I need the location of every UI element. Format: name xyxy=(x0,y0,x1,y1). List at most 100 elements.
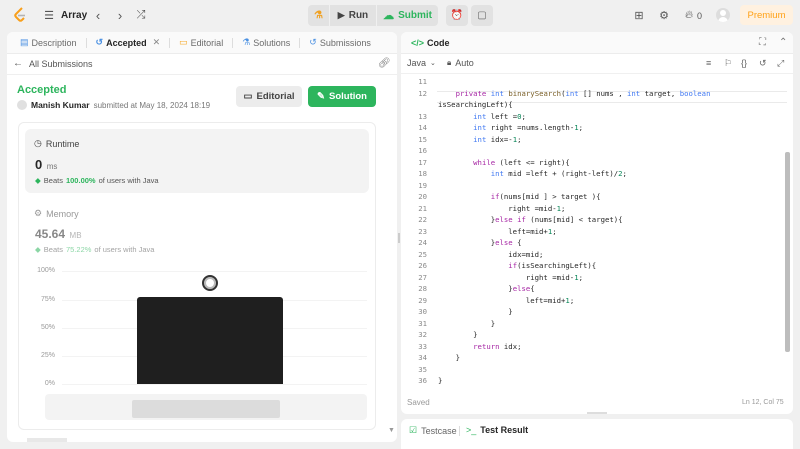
layout-grid-icon[interactable]: ⊞ xyxy=(632,6,646,24)
code-line: } xyxy=(438,330,478,339)
code-line: } xyxy=(438,307,513,316)
y-tick-label: 50% xyxy=(40,324,55,331)
code-line: right =mid-1; xyxy=(438,272,583,282)
navigator-window[interactable] xyxy=(132,400,280,418)
timer-button[interactable]: ⏰ xyxy=(446,5,468,26)
panel-resize-handle[interactable] xyxy=(398,233,400,243)
format-icon[interactable]: ≡ xyxy=(706,58,711,68)
code-line: int mid =left + (right-left)/2; xyxy=(490,169,627,178)
code-line: return idx; xyxy=(473,341,522,351)
code-line: left=mid+1; xyxy=(438,295,575,305)
submit-button[interactable]: ☁ Submit xyxy=(377,9,438,22)
line-number: 29 xyxy=(418,295,427,305)
code-line: right =mid-1; xyxy=(438,203,566,213)
list-icon[interactable]: ☰ xyxy=(42,6,56,24)
chart-bar[interactable] xyxy=(137,296,283,384)
line-number: 20 xyxy=(418,192,427,201)
top-bar: ☰ Array ‹ › ⤮ ⚗ ▶ Run ☁ Submit ⏰ ▢ ⊞ ⚙ 🔥… xyxy=(0,0,800,31)
line-number: 25 xyxy=(418,249,427,259)
problem-list-label[interactable]: Array xyxy=(61,10,87,21)
fullscreen-icon[interactable]: ⤢ xyxy=(777,58,784,69)
notes-button[interactable]: ▢ xyxy=(471,5,493,26)
code-line: if(nums[mid ] > target ){ xyxy=(490,192,601,201)
code-line: int left =0; xyxy=(473,111,526,121)
gear-icon[interactable]: ⚙ xyxy=(657,6,671,24)
code-line: }else if (nums[mid] < target){ xyxy=(438,215,623,224)
line-number: 30 xyxy=(418,307,427,316)
lock-icon: 🔒︎ xyxy=(447,58,452,67)
code-icon: </> xyxy=(411,37,425,48)
line-number: 22 xyxy=(418,215,427,224)
code-line: private int binarySearch(int [] nums , i… xyxy=(455,88,711,98)
line-number: 14 xyxy=(418,123,427,132)
y-tick-label: 75% xyxy=(40,296,55,303)
code-line: isSearchingLeft){ xyxy=(438,100,513,109)
code-line: idx=mid; xyxy=(438,249,544,259)
line-number: 35 xyxy=(418,364,427,374)
checkbox-icon: ☑ xyxy=(409,425,418,435)
line-number: 16 xyxy=(418,146,427,155)
line-number: 12 xyxy=(418,88,427,98)
avatar[interactable] xyxy=(716,8,730,22)
maximize-icon[interactable]: ⛶ xyxy=(759,37,766,48)
line-number: 34 xyxy=(418,353,427,362)
run-submit-group: ⚗ ▶ Run ☁ Submit xyxy=(308,5,438,26)
auto-mode[interactable]: 🔒︎ Auto xyxy=(447,58,474,68)
code-line: }else{ xyxy=(438,284,535,293)
prev-problem-icon[interactable]: ‹ xyxy=(92,6,104,24)
debug-icon[interactable]: ⚗ xyxy=(308,5,329,26)
code-editor[interactable]: 11 12 private int binarySearch(int [] num… xyxy=(401,72,793,392)
leetcode-logo-icon[interactable] xyxy=(12,6,28,24)
bookmark-icon[interactable]: ⚐ xyxy=(724,58,732,69)
terminal-icon: >_ xyxy=(466,425,477,435)
line-number: 33 xyxy=(418,341,427,351)
premium-button[interactable]: Premium xyxy=(740,5,793,25)
code-line: while (left <= right){ xyxy=(473,157,570,167)
tab-testcase[interactable]: ☑ Testcase xyxy=(409,425,457,436)
run-button[interactable]: ▶ Run xyxy=(330,10,376,21)
line-number: 24 xyxy=(418,238,427,247)
chevron-down-icon: ⌄ xyxy=(430,60,436,67)
shuffle-icon[interactable]: ⤮ xyxy=(134,6,148,24)
line-number: 32 xyxy=(418,330,427,339)
code-line: int right =nums.length-1; xyxy=(473,123,584,132)
distribution-chart: 100% 75% 50% 25% 0% xyxy=(7,32,397,442)
next-problem-icon[interactable]: › xyxy=(114,6,126,24)
line-number: 11 xyxy=(418,77,427,86)
line-number: 15 xyxy=(418,134,427,144)
language-select[interactable]: Java ⌄ xyxy=(407,58,436,68)
scroll-down-arrow[interactable]: ▼ xyxy=(388,427,395,434)
save-status: Saved xyxy=(407,398,430,407)
code-line: } xyxy=(438,318,496,328)
play-icon: ▶ xyxy=(337,10,345,20)
note-icon: ▢ xyxy=(477,10,487,21)
fire-icon[interactable]: 🔥︎ xyxy=(684,6,694,24)
collapse-icon[interactable]: ⌃ xyxy=(779,37,787,48)
line-number: 27 xyxy=(418,272,427,282)
line-number: 18 xyxy=(418,169,427,178)
y-tick-label: 100% xyxy=(37,267,55,274)
code-line: left=mid+1; xyxy=(438,226,557,236)
chart-navigator[interactable] xyxy=(45,394,367,420)
line-number: 21 xyxy=(418,203,427,213)
tab-code[interactable]: </> Code xyxy=(406,32,455,54)
console-panel: ☑ Testcase >_ Test Result xyxy=(401,419,793,449)
braces-icon[interactable]: {} xyxy=(741,58,747,68)
alarm-icon: ⏰ xyxy=(450,10,464,21)
line-number: 17 xyxy=(418,157,427,167)
y-tick-label: 0% xyxy=(44,380,55,387)
line-number: 31 xyxy=(418,318,427,328)
line-number: 13 xyxy=(418,111,427,121)
tab-test-result[interactable]: >_ Test Result xyxy=(466,425,528,435)
line-number: 26 xyxy=(418,261,427,270)
line-number: 19 xyxy=(418,180,427,190)
reset-icon[interactable]: ↺ xyxy=(759,58,767,69)
code-line: if(isSearchingLeft){ xyxy=(508,261,597,270)
streak-count: 0 xyxy=(697,11,703,21)
code-tab-bar: </> Code ⛶ ⌃ xyxy=(401,32,793,54)
line-number: 28 xyxy=(418,284,427,293)
code-line: int idx=-1; xyxy=(473,134,522,144)
user-marker[interactable] xyxy=(202,274,218,291)
code-line: } xyxy=(438,353,460,362)
cursor-position: Ln 12, Col 75 xyxy=(742,399,784,406)
